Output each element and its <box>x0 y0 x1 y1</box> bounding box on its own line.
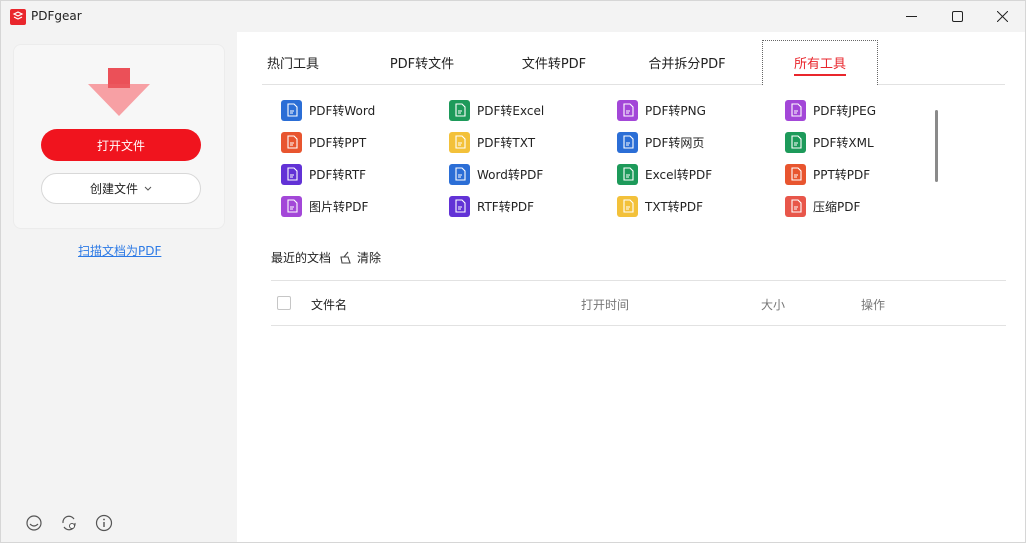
tab-file-to-pdf[interactable]: 文件转PDF <box>514 40 594 84</box>
tool-label: PDF转Word <box>309 103 376 118</box>
tool-label: PDF转TXT <box>477 135 536 150</box>
create-file-label: 创建文件 <box>89 182 138 196</box>
tool-label: PPT转PDF <box>813 167 871 182</box>
column-filename[interactable]: 文件名 <box>311 296 347 313</box>
tool-item[interactable]: Word转PDF <box>449 163 543 185</box>
open-file-button[interactable]: 打开文件 <box>41 129 201 161</box>
tab-merge-split-pdf[interactable]: 合并拆分PDF <box>642 40 732 84</box>
tab-all-tools[interactable]: 所有工具 <box>762 40 878 85</box>
clear-label: 清除 <box>357 251 382 265</box>
tab-pdf-to-file[interactable]: PDF转文件 <box>382 40 462 84</box>
jpeg-icon <box>785 99 806 121</box>
tool-item[interactable]: PPT转PDF <box>785 163 870 185</box>
scan-to-pdf-link[interactable]: 扫描文档为PDF <box>78 242 161 259</box>
tool-label: PDF转PPT <box>309 135 367 150</box>
tool-item[interactable]: RTF转PDF <box>449 195 534 217</box>
tool-label: PDF转PNG <box>645 103 706 118</box>
image-icon <box>281 195 302 217</box>
tool-tabs: 热门工具 PDF转文件 文件转PDF 合并拆分PDF 所有工具 <box>262 40 1005 85</box>
main-panel: 热门工具 PDF转文件 文件转PDF 合并拆分PDF 所有工具 PDF转Word… <box>237 32 1025 542</box>
broom-icon <box>340 251 351 264</box>
column-size[interactable]: 大小 <box>761 296 785 313</box>
column-actions: 操作 <box>861 298 886 312</box>
tool-label: PDF转网页 <box>645 135 705 150</box>
tool-label: 压缩PDF <box>813 199 861 214</box>
compress-icon <box>785 195 806 217</box>
ppt-icon <box>281 131 302 153</box>
tool-item[interactable]: TXT转PDF <box>617 195 703 217</box>
rtf-icon <box>281 163 302 185</box>
excel-icon <box>617 163 638 185</box>
tool-item[interactable]: PDF转Word <box>281 99 375 121</box>
sidebar-footer <box>25 514 113 532</box>
txt-icon <box>449 131 470 153</box>
tool-item[interactable]: PDF转PNG <box>617 99 706 121</box>
tool-label: 图片转PDF <box>309 199 369 214</box>
app-window: PDFgear 打开文件 创建文件 扫描文档为PDF 热门工具 PDF转文件 文… <box>0 0 1026 543</box>
tool-label: Word转PDF <box>477 167 544 182</box>
tool-label: PDF转XML <box>813 135 874 150</box>
tool-label: RTF转PDF <box>477 199 535 214</box>
word-icon <box>449 163 470 185</box>
open-file-card: 打开文件 创建文件 <box>13 44 225 229</box>
tool-label: TXT转PDF <box>645 199 704 214</box>
close-button[interactable] <box>979 1 1025 32</box>
column-open-time[interactable]: 打开时间 <box>581 296 629 313</box>
tool-item[interactable]: PDF转TXT <box>449 131 535 153</box>
tool-item[interactable]: PDF转XML <box>785 131 874 153</box>
xml-icon <box>785 131 806 153</box>
minimize-button[interactable] <box>888 1 934 32</box>
chevron-down-icon <box>144 186 152 191</box>
tab-popular-tools[interactable]: 热门工具 <box>262 40 324 84</box>
recent-documents-title: 最近的文档 <box>271 251 332 265</box>
web-icon <box>617 131 638 153</box>
app-title: PDFgear <box>31 9 82 23</box>
maximize-button[interactable] <box>934 1 980 32</box>
ppt-icon <box>785 163 806 185</box>
tool-item[interactable]: 图片转PDF <box>281 195 368 217</box>
excel-icon <box>449 99 470 121</box>
tool-item[interactable]: PDF转Excel <box>449 99 544 121</box>
recent-table-header: 文件名 打开时间 大小 操作 <box>271 280 1006 326</box>
tool-item[interactable]: Excel转PDF <box>617 163 712 185</box>
select-all-checkbox[interactable] <box>277 296 291 310</box>
png-icon <box>617 99 638 121</box>
pdfgear-logo-icon <box>10 9 26 25</box>
support-icon[interactable] <box>25 514 43 532</box>
tool-item[interactable]: PDF转RTF <box>281 163 366 185</box>
create-file-button[interactable]: 创建文件 <box>41 173 201 204</box>
tool-item[interactable]: PDF转JPEG <box>785 99 876 121</box>
word-icon <box>281 99 302 121</box>
tab-all-tools-label: 所有工具 <box>793 53 846 76</box>
title-bar: PDFgear <box>1 1 1025 32</box>
tool-item[interactable]: PDF转网页 <box>617 131 704 153</box>
tool-item[interactable]: PDF转PPT <box>281 131 366 153</box>
tool-label: Excel转PDF <box>645 167 713 182</box>
download-arrow-icon <box>88 68 150 116</box>
recent-documents-header: 最近的文档 清除 <box>271 249 381 266</box>
sidebar: 打开文件 创建文件 扫描文档为PDF <box>1 32 237 542</box>
tool-label: PDF转RTF <box>309 167 367 182</box>
clear-button[interactable]: 清除 <box>339 249 381 266</box>
info-icon[interactable] <box>95 514 113 532</box>
update-settings-icon[interactable] <box>60 514 78 532</box>
tool-label: PDF转Excel <box>477 103 545 118</box>
tool-label: PDF转JPEG <box>813 103 877 118</box>
scrollbar[interactable] <box>935 110 938 182</box>
txt-icon <box>617 195 638 217</box>
tool-item[interactable]: 压缩PDF <box>785 195 860 217</box>
rtf-icon <box>449 195 470 217</box>
